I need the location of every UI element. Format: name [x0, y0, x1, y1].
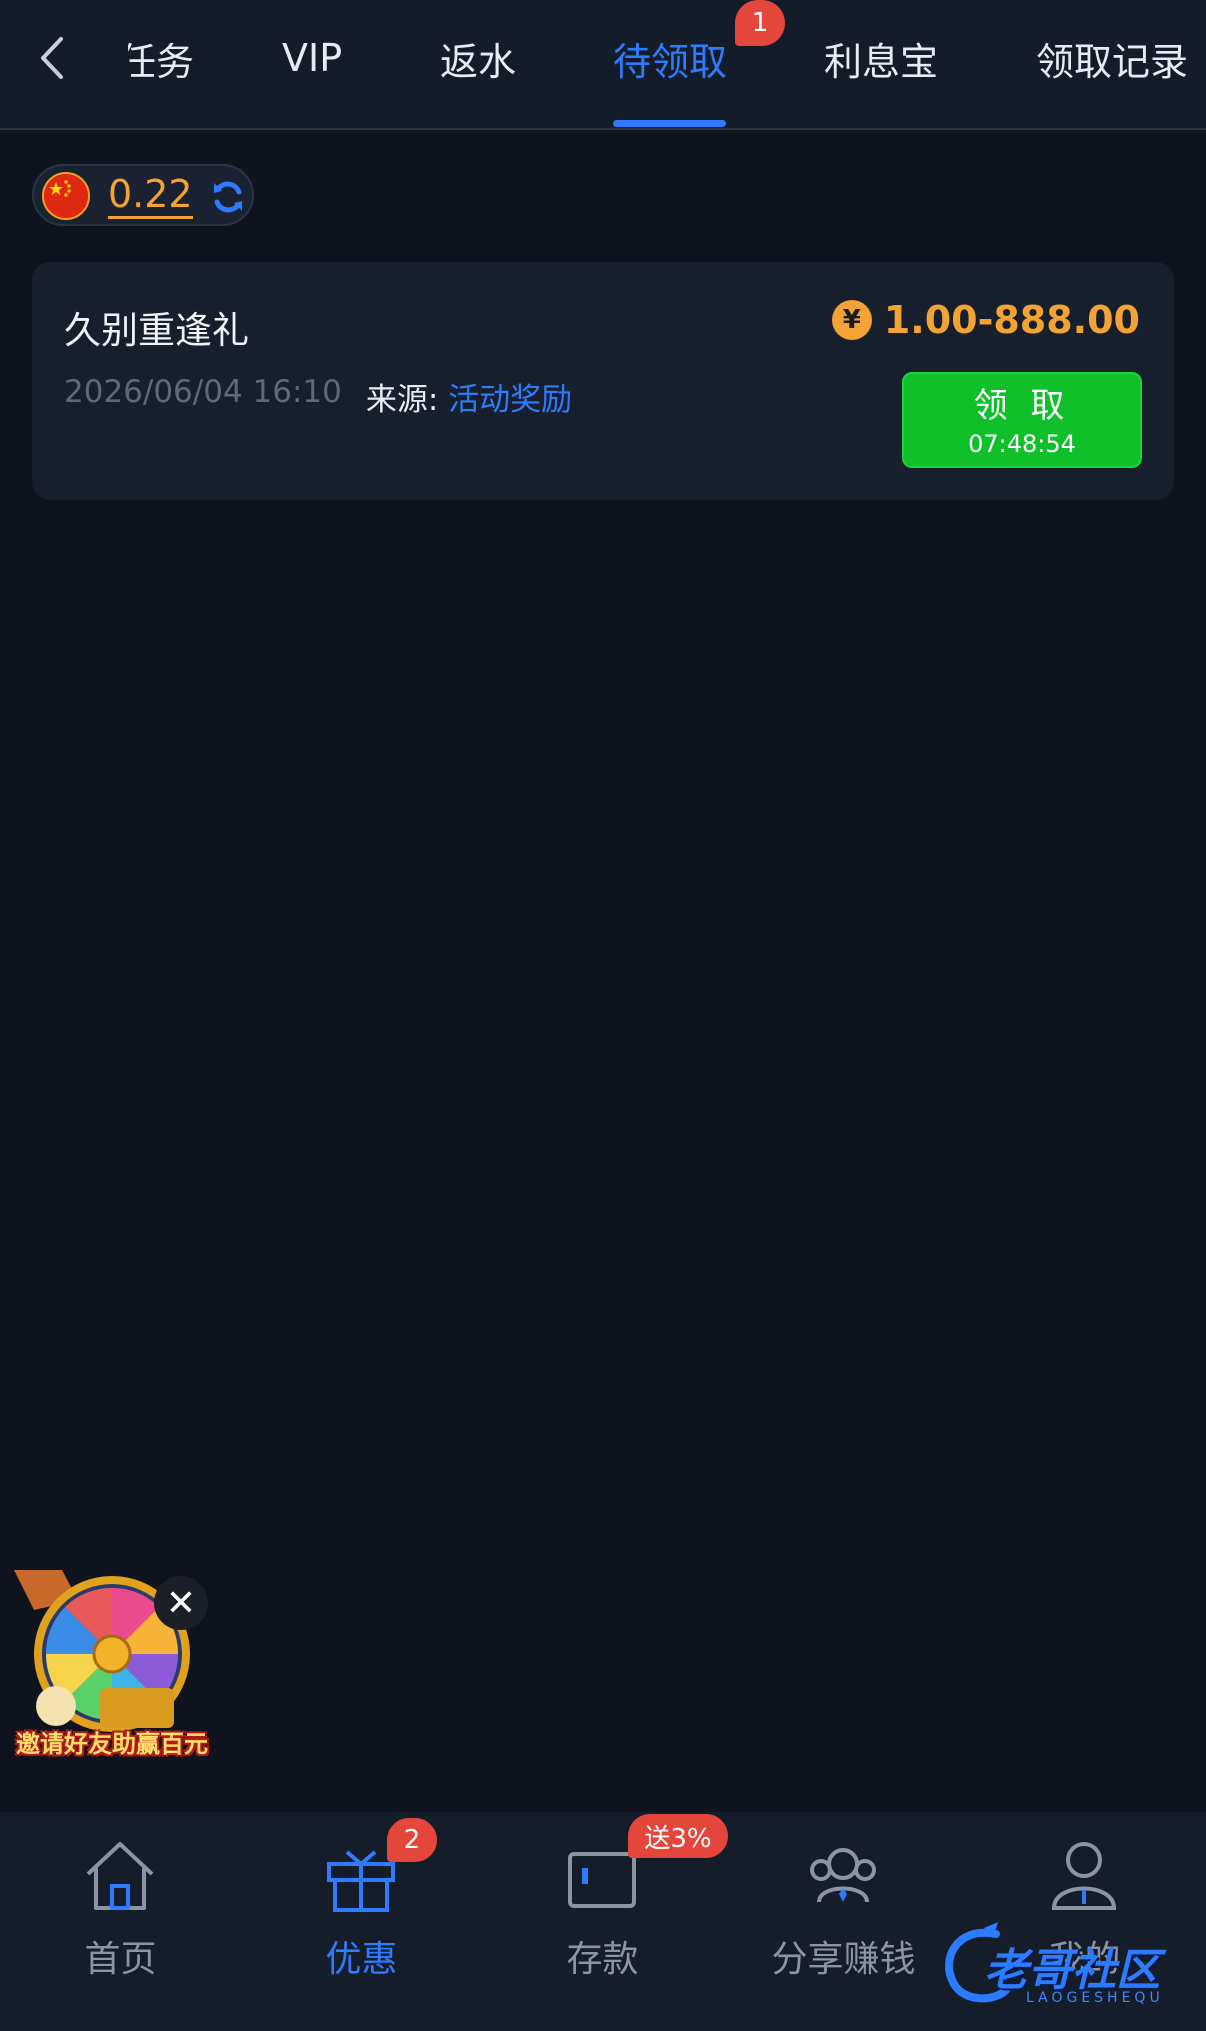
reward-card: 久别重逢礼 ¥ 1.00-888.00 2026/06/04 16:10 来源:…	[32, 262, 1174, 500]
china-flag-icon	[42, 172, 90, 220]
watermark-text: 老哥社区	[984, 1945, 1160, 1996]
reward-meta: 2026/06/04 16:10 来源: 活动奖励	[64, 374, 572, 419]
reward-amount: ¥ 1.00-888.00	[831, 298, 1140, 342]
nav-deposit[interactable]: 送3% 存款	[482, 1812, 728, 2031]
chevron-left-icon	[41, 37, 63, 79]
nav-deposit-label: 存款	[566, 1939, 639, 1980]
pending-count-badge: 1	[735, 0, 785, 46]
balance-amount: 0.22	[108, 172, 193, 219]
watermark-logo: 老哥社区 LAOGESHEQU	[936, 1920, 1198, 2016]
close-icon: ✕	[165, 1582, 197, 1624]
close-promo-button[interactable]: ✕	[154, 1576, 208, 1630]
claim-button[interactable]: 领 取 07:48:54	[902, 372, 1142, 468]
claim-button-label: 领 取	[973, 386, 1071, 426]
user-icon	[1051, 1842, 1117, 1910]
tab-claim-history[interactable]: 领取记录	[1036, 30, 1188, 86]
reward-date: 2026/06/04 16:10	[64, 374, 342, 410]
promo-text: 邀请好友助赢百元	[16, 1730, 208, 1758]
deposit-bonus-badge: 送3%	[628, 1814, 728, 1858]
nav-home[interactable]: 首页	[0, 1812, 241, 2031]
reward-title: 久别重逢礼	[64, 309, 249, 352]
nav-promotions[interactable]: 2 优惠	[241, 1812, 482, 2031]
tab-interest[interactable]: 利息宝	[824, 30, 938, 86]
share-people-icon	[810, 1848, 876, 1903]
tab-vip[interactable]: VIP	[282, 30, 342, 86]
promotions-badge: 2	[387, 1818, 437, 1862]
tab-tasks[interactable]: 任务	[128, 30, 194, 86]
tab-pending-claim[interactable]: 待领取	[613, 30, 727, 86]
watermark-subtext: LAOGESHEQU	[1026, 1990, 1164, 2006]
back-button[interactable]	[30, 30, 74, 86]
reward-amount-value: 1.00-888.00	[883, 298, 1140, 342]
claim-countdown: 07:48:54	[968, 430, 1076, 458]
balance-pill: 0.22	[32, 164, 254, 226]
yen-coin-icon: ¥	[831, 300, 872, 340]
home-icon	[86, 1842, 154, 1910]
top-tab-bar: 任务 VIP 返水 待领取 1 利息宝 领取记录	[0, 0, 1206, 130]
tab-rebate[interactable]: 返水	[440, 30, 516, 86]
nav-promotions-label: 优惠	[325, 1939, 398, 1980]
refresh-icon[interactable]	[210, 179, 246, 215]
source-value: 活动奖励	[448, 382, 573, 418]
nav-home-label: 首页	[84, 1939, 157, 1980]
source-label: 来源:	[365, 382, 439, 418]
nav-share[interactable]: 分享赚钱	[723, 1812, 964, 2031]
active-tab-indicator	[613, 120, 726, 127]
nav-share-label: 分享赚钱	[771, 1939, 916, 1980]
